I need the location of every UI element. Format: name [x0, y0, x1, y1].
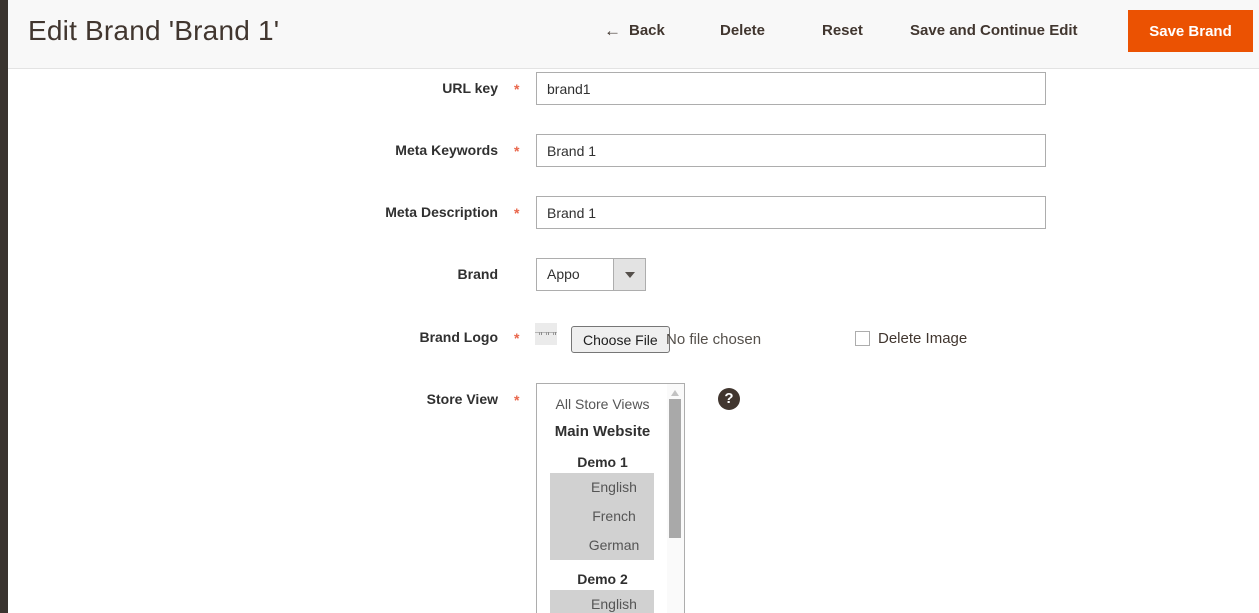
store-view-scrollbar[interactable] [667, 384, 684, 613]
meta-keywords-required-asterisk: * [514, 143, 519, 160]
help-icon[interactable]: ? [718, 388, 740, 410]
brand-label: Brand [272, 266, 498, 283]
back-button-label: Back [629, 20, 665, 42]
delete-image-checkbox[interactable] [855, 331, 870, 346]
chevron-down-icon [625, 272, 635, 278]
brand-logo-required-asterisk: * [514, 330, 519, 347]
brand-select-arrow-box[interactable] [613, 259, 645, 290]
store-view-option-german-selected[interactable]: German [550, 531, 654, 560]
scrollbar-thumb[interactable] [669, 399, 681, 538]
store-view-option-english2-selected[interactable]: English [550, 590, 654, 613]
meta-keywords-input[interactable] [536, 134, 1046, 167]
brand-logo-thumbnail [535, 323, 557, 345]
reset-button[interactable]: Reset [822, 20, 863, 42]
delete-button[interactable]: Delete [720, 20, 765, 42]
meta-keywords-label: Meta Keywords [272, 142, 498, 159]
save-brand-button[interactable]: Save Brand [1128, 10, 1253, 52]
url-key-label: URL key [272, 80, 498, 97]
store-view-option-english-selected[interactable]: English [550, 473, 654, 502]
brand-logo-label: Brand Logo [272, 329, 498, 346]
back-button[interactable]: ← Back [604, 20, 665, 42]
delete-image-label[interactable]: Delete Image [878, 330, 967, 347]
store-view-multiselect[interactable]: All Store Views Main Website Demo 1 Engl… [536, 383, 685, 613]
store-view-group-main-website: Main Website [537, 421, 668, 443]
save-and-continue-button[interactable]: Save and Continue Edit [910, 20, 1078, 42]
back-arrow-icon: ← [604, 20, 621, 42]
meta-description-required-asterisk: * [514, 205, 519, 222]
store-view-group-demo-2: Demo 2 [537, 568, 668, 590]
brand-select[interactable]: Appo [536, 258, 646, 291]
store-view-group-demo-1: Demo 1 [537, 451, 668, 473]
meta-description-input[interactable] [536, 196, 1046, 229]
store-view-required-asterisk: * [514, 392, 519, 409]
page-header: Edit Brand 'Brand 1' ← Back Delete Reset… [8, 0, 1259, 69]
admin-menu-rail [0, 0, 8, 613]
store-view-option-french-selected[interactable]: French [550, 502, 654, 531]
choose-file-button[interactable]: Choose File [571, 326, 670, 353]
url-key-required-asterisk: * [514, 81, 519, 98]
store-view-label: Store View [272, 391, 498, 408]
meta-description-label: Meta Description [272, 204, 498, 221]
page-title: Edit Brand 'Brand 1' [28, 15, 279, 47]
file-chosen-status: No file chosen [666, 331, 761, 348]
store-view-option-all-store-views[interactable]: All Store Views [537, 393, 668, 415]
brand-select-value: Appo [547, 266, 580, 282]
scrollbar-up-arrow-icon[interactable] [671, 390, 679, 396]
url-key-input[interactable] [536, 72, 1046, 105]
